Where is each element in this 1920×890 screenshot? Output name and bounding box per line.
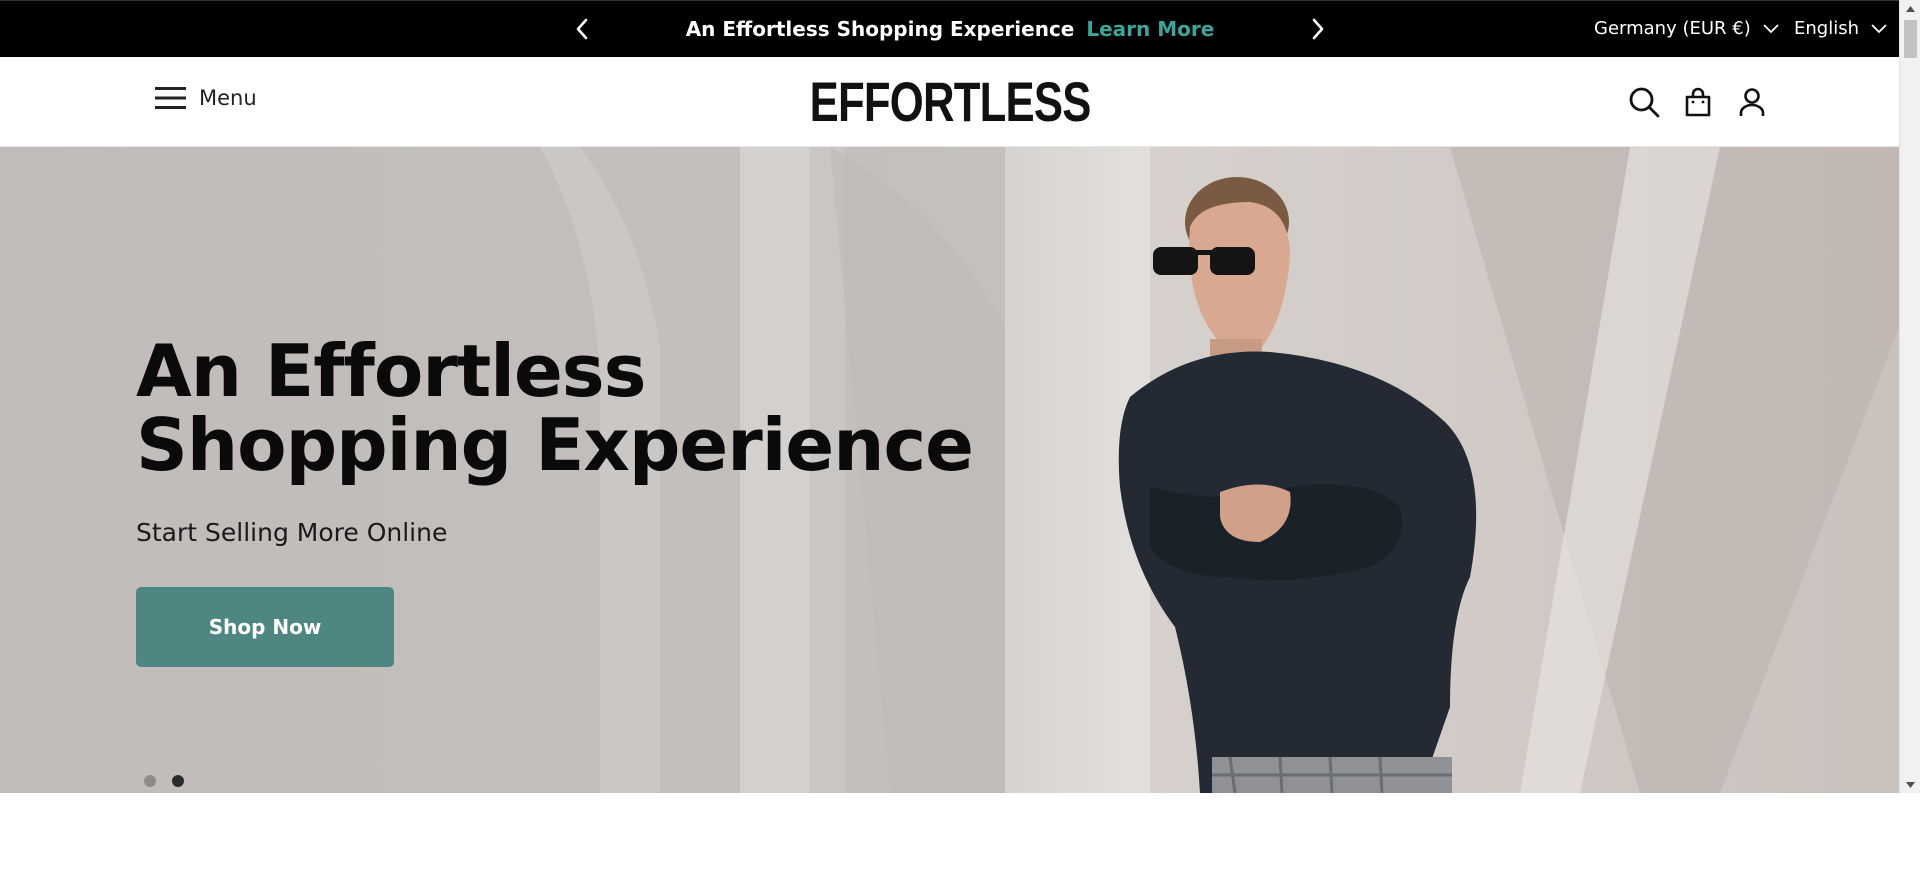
language-selector[interactable]: English: [1794, 15, 1887, 43]
hamburger-icon: [155, 87, 186, 109]
chevron-right-icon: [1312, 18, 1324, 40]
hero-title: An Effortless Shopping Experience: [136, 329, 974, 487]
announcement-message: An Effortless Shopping Experience Learn M…: [600, 15, 1300, 43]
site-logo[interactable]: EFFORTLESS: [810, 70, 1092, 133]
chevron-down-icon: [1763, 24, 1779, 34]
slide-dot-1[interactable]: [144, 775, 156, 787]
scrollbar-thumb[interactable]: [1904, 20, 1917, 58]
site-header: Menu EFFORTLESS: [0, 57, 1899, 147]
chevron-left-icon: [576, 18, 588, 40]
header-actions: [1628, 85, 1768, 119]
hero-subtitle: Start Selling More Online: [136, 518, 448, 547]
hero-content: An Effortless Shopping Experience Start …: [136, 329, 974, 667]
slider-dots: [144, 775, 184, 787]
hero-title-line1: An Effortless: [136, 329, 646, 413]
page-scrollbar[interactable]: [1899, 0, 1920, 793]
shop-now-button[interactable]: Shop Now: [136, 587, 394, 667]
hero-banner: An Effortless Shopping Experience Start …: [0, 147, 1899, 793]
scroll-up-button[interactable]: [1900, 0, 1920, 17]
menu-label: Menu: [199, 86, 257, 110]
shopping-bag-icon: [1685, 87, 1711, 117]
search-icon: [1629, 87, 1660, 118]
search-button[interactable]: [1628, 85, 1660, 119]
triangle-up-icon: [1906, 5, 1915, 12]
country-selector[interactable]: Germany (EUR €): [1594, 15, 1779, 43]
announcement-next-button[interactable]: [1304, 15, 1332, 43]
menu-button[interactable]: Menu: [155, 85, 257, 111]
announcement-bar: An Effortless Shopping Experience Learn M…: [0, 0, 1899, 57]
page: An Effortless Shopping Experience Learn M…: [0, 0, 1899, 890]
slide-dot-2[interactable]: [172, 775, 184, 787]
logo-text: EFFORTLESS: [809, 69, 1092, 133]
cart-button[interactable]: [1682, 85, 1714, 119]
account-icon: [1739, 88, 1765, 116]
account-button[interactable]: [1736, 85, 1768, 119]
country-label: Germany (EUR €): [1594, 18, 1751, 39]
announcement-text: An Effortless Shopping Experience: [685, 17, 1075, 41]
chevron-down-icon: [1871, 24, 1887, 34]
scroll-down-button[interactable]: [1900, 776, 1920, 793]
learn-more-link[interactable]: Learn More: [1086, 17, 1214, 41]
language-label: English: [1794, 18, 1859, 39]
hero-title-line2: Shopping Experience: [136, 403, 974, 487]
triangle-down-icon: [1906, 781, 1915, 788]
announcement-prev-button[interactable]: [568, 15, 596, 43]
